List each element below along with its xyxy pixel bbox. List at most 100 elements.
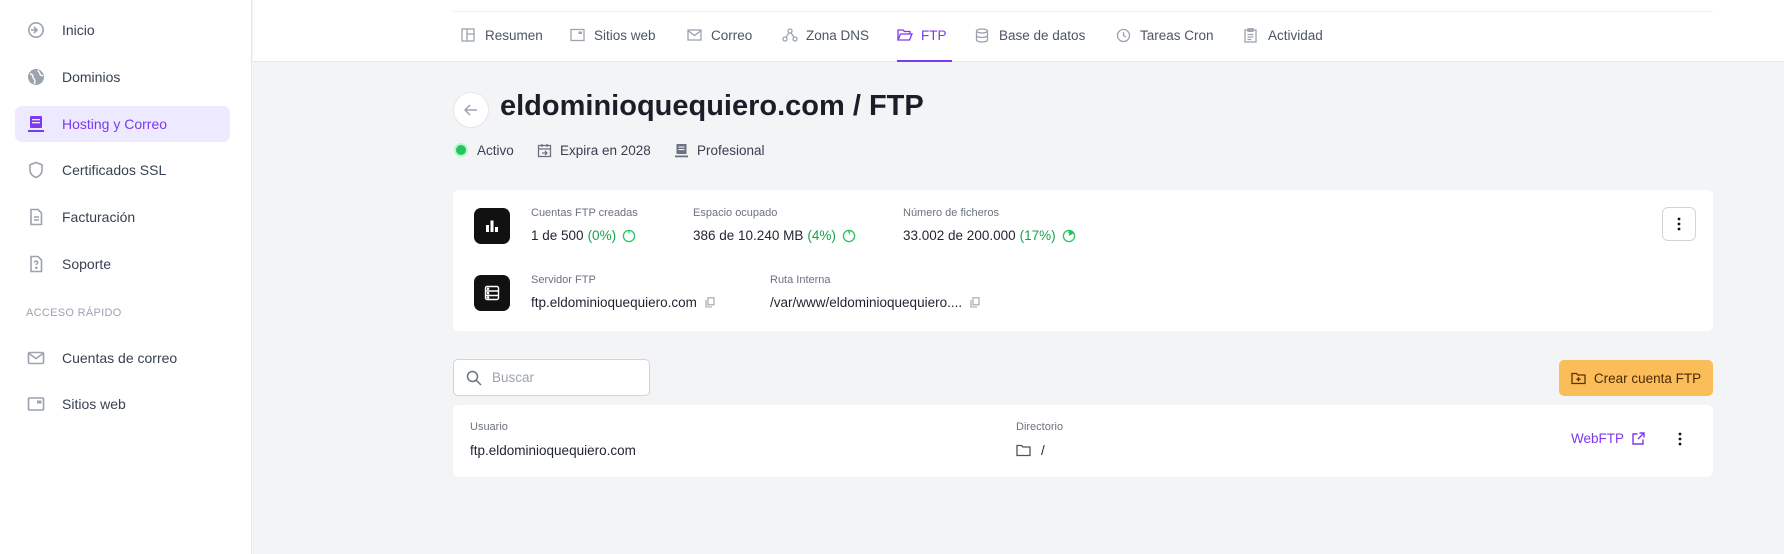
copy-icon[interactable] — [705, 297, 715, 308]
arrow-left-icon — [464, 104, 478, 116]
mail-icon — [687, 28, 703, 44]
stat-label: Servidor FTP — [531, 274, 596, 286]
tab-sitios-web[interactable]: Sitios web — [570, 24, 656, 62]
status-badge: Activo — [453, 142, 514, 158]
usage-ring-icon — [1062, 229, 1075, 242]
server-icon — [673, 142, 689, 158]
tab-tareas-cron[interactable]: Tareas Cron — [1116, 24, 1214, 62]
mail-icon — [26, 348, 46, 368]
stat-label: Número de ficheros — [903, 207, 999, 219]
clock-icon — [1116, 28, 1132, 44]
stat-label: Ruta Interna — [770, 274, 831, 286]
stat-ftp-server: Servidor FTP ftp.eldominioquequiero.com — [531, 274, 715, 310]
stat-label: Cuentas FTP creadas — [531, 207, 638, 219]
plan-text: Profesional — [697, 142, 765, 158]
stat-percent: (0%) — [587, 228, 617, 243]
search-icon — [466, 370, 482, 386]
sidebar-item-cuentas-correo[interactable]: Cuentas de correo — [15, 340, 230, 376]
page-title: eldominioquequiero.com / FTP — [500, 90, 924, 122]
stat-space-used: Espacio ocupado 386 de 10.240 MB (4%) — [693, 207, 856, 243]
sidebar-item-label: Sitios web — [62, 396, 126, 412]
stat-file-count: Número de ficheros 33.002 de 200.000 (17%… — [903, 207, 1076, 243]
home-icon — [26, 20, 46, 40]
stat-label: Espacio ocupado — [693, 207, 778, 219]
sidebar-item-label: Cuentas de correo — [62, 350, 178, 366]
webftp-link[interactable]: WebFTP — [1571, 431, 1645, 446]
shield-icon — [26, 160, 46, 180]
browser-icon — [26, 394, 46, 414]
clipboard-icon — [1244, 28, 1260, 44]
sidebar-item-label: Facturación — [62, 209, 136, 225]
sidebar-item-dominios[interactable]: Dominios — [15, 59, 230, 95]
status-text: Activo — [477, 142, 514, 158]
tab-base-datos[interactable]: Base de datos — [975, 24, 1085, 62]
sidebar-item-hosting[interactable]: Hosting y Correo — [15, 106, 230, 142]
row-menu-button[interactable] — [1673, 429, 1687, 449]
expiry-info: Expira en 2028 — [536, 142, 651, 158]
ftp-user-cell: ftp.eldominioquequiero.com — [470, 443, 636, 458]
create-ftp-label: Crear cuenta FTP — [1593, 370, 1702, 386]
tab-actividad[interactable]: Actividad — [1244, 24, 1323, 62]
sidebar: Inicio Dominios Hosting y Correo Certifi… — [0, 0, 252, 554]
stat-ftp-accounts: Cuentas FTP creadas 1 de 500 (0%) — [531, 207, 638, 243]
column-header-directorio: Directorio — [1016, 421, 1064, 433]
stat-percent: (4%) — [807, 228, 836, 243]
stat-value: 1 de 500 — [531, 228, 584, 243]
create-ftp-account-button[interactable]: Crear cuenta FTP — [1559, 360, 1713, 396]
tab-ftp[interactable]: FTP — [897, 24, 952, 62]
copy-icon[interactable] — [970, 297, 980, 308]
stat-value: 386 de 10.240 MB — [693, 228, 804, 243]
sidebar-item-label: Dominios — [62, 69, 121, 85]
tab-label: Resumen — [485, 28, 543, 43]
calendar-icon — [536, 142, 552, 158]
sidebar-item-label: Inicio — [62, 22, 95, 38]
database-icon — [975, 28, 991, 44]
server-stack-icon — [474, 275, 510, 311]
network-icon — [782, 28, 798, 44]
ftp-accounts-table: Usuario Directorio ftp.eldominioquequier… — [453, 405, 1713, 477]
globe-icon — [26, 67, 46, 87]
tab-resumen[interactable]: Resumen — [461, 24, 543, 62]
internal-path-value: /var/www/eldominioquequiero.... — [770, 295, 963, 310]
tab-label: Sitios web — [594, 28, 656, 43]
folder-plus-icon — [1571, 372, 1586, 385]
ftp-summary-card: Cuentas FTP creadas 1 de 500 (0%) Espacio… — [453, 190, 1713, 331]
stat-value: 33.002 de 200.000 — [903, 228, 1016, 243]
sidebar-item-soporte[interactable]: Soporte — [15, 246, 230, 282]
sidebar-item-ssl[interactable]: Certificados SSL — [15, 152, 230, 188]
chart-bar-icon — [474, 208, 510, 244]
ftp-server-value: ftp.eldominioquequiero.com — [531, 295, 697, 310]
status-dot-icon — [453, 142, 469, 158]
card-menu-button[interactable] — [1662, 207, 1696, 241]
directory-path: / — [1041, 443, 1045, 458]
quick-access-label: ACCESO RÁPIDO — [26, 307, 122, 319]
tab-label: FTP — [921, 28, 947, 43]
sidebar-item-inicio[interactable]: Inicio — [15, 12, 230, 48]
kebab-menu-icon — [1677, 217, 1681, 231]
sidebar-item-facturacion[interactable]: Facturación — [15, 199, 230, 235]
webftp-label: WebFTP — [1571, 431, 1625, 446]
sidebar-item-label: Hosting y Correo — [62, 116, 168, 132]
tab-label: Base de datos — [999, 28, 1086, 43]
usage-ring-icon — [622, 229, 636, 242]
help-icon — [26, 254, 46, 274]
stat-internal-path: Ruta Interna /var/www/eldominioquequiero… — [770, 274, 980, 310]
sidebar-item-sitios-web[interactable]: Sitios web — [15, 386, 230, 422]
folder-open-icon — [897, 28, 913, 44]
tab-correo[interactable]: Correo — [687, 24, 752, 62]
back-button[interactable] — [453, 92, 489, 128]
browser-icon — [570, 28, 586, 44]
divider — [453, 11, 1713, 12]
kebab-menu-icon — [1678, 432, 1682, 446]
stat-percent: (17%) — [1019, 228, 1056, 243]
ftp-directory-cell: / — [1016, 443, 1045, 458]
expiry-text: Expira en 2028 — [560, 142, 651, 158]
search-input[interactable] — [492, 370, 632, 385]
folder-icon — [1016, 444, 1031, 457]
server-icon — [26, 114, 46, 134]
sidebar-item-label: Certificados SSL — [62, 162, 167, 178]
invoice-icon — [26, 207, 46, 227]
plan-info: Profesional — [673, 142, 765, 158]
tab-zona-dns[interactable]: Zona DNS — [782, 24, 869, 62]
tab-label: Tareas Cron — [1140, 28, 1214, 43]
